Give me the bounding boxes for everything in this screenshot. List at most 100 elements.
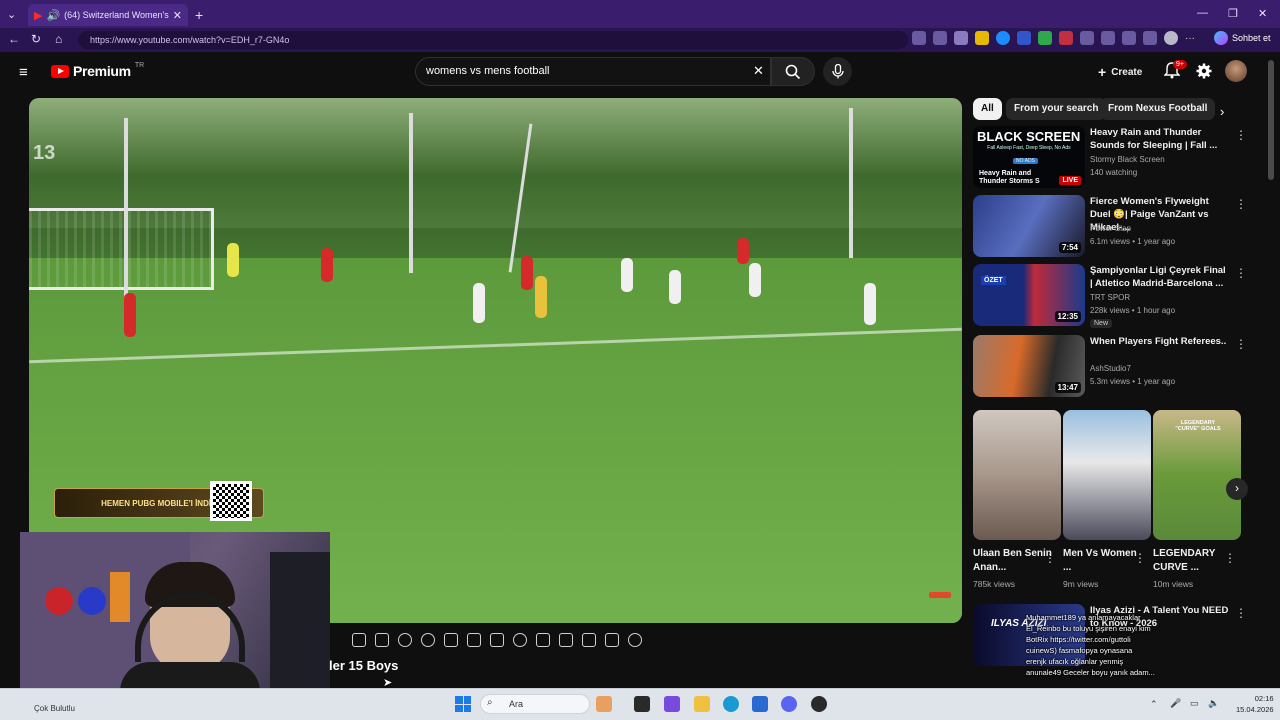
search-button[interactable] <box>771 57 815 86</box>
popout-icon[interactable] <box>536 633 550 647</box>
player-figure <box>521 256 533 290</box>
video-thumbnail: 13:47 <box>973 335 1085 397</box>
extension-icon[interactable] <box>1017 31 1031 45</box>
tab-list-icon[interactable]: ⌄ <box>7 8 16 21</box>
minimize-icon[interactable]: — <box>1197 7 1208 19</box>
recommended-video[interactable]: 7:54 Fierce Women's Flyweight Duel 😳| Pa… <box>973 195 1273 257</box>
recommended-video[interactable]: BLACK SCREEN Fall Asleep Fast, Deep Slee… <box>973 126 1273 188</box>
close-circle-icon[interactable] <box>513 633 527 647</box>
rec-channel: TRT SPOR <box>1090 293 1131 302</box>
tray-expand-icon[interactable]: ⌃ <box>1150 699 1158 710</box>
url-field[interactable]: https://www.youtube.com/watch?v=EDH_r7-G… <box>78 31 908 49</box>
image-icon[interactable] <box>352 633 366 647</box>
teams-icon[interactable] <box>664 696 680 712</box>
extension-icon[interactable] <box>1038 31 1052 45</box>
favorites-icon[interactable] <box>1122 31 1136 45</box>
discord-icon[interactable] <box>781 696 797 712</box>
chip-all[interactable]: All <box>973 98 1002 120</box>
extensions-puzzle-icon[interactable] <box>1080 31 1094 45</box>
copilot-chat-button[interactable]: Sohbet et <box>1214 31 1271 45</box>
start-windows-icon[interactable] <box>455 696 471 712</box>
recommended-video[interactable]: ÖZET 12:35 Şampiyonlar Ligi Çeyrek Final… <box>973 264 1273 332</box>
home-icon[interactable]: ⌂ <box>55 32 62 46</box>
search-input[interactable]: womens vs mens football <box>415 57 771 86</box>
collections-icon[interactable] <box>1143 31 1157 45</box>
transcript-icon[interactable] <box>375 633 389 647</box>
chip-from-your-search[interactable]: From your search <box>1006 98 1107 120</box>
more-icon[interactable]: ··· <box>1185 33 1195 44</box>
close-tab-icon[interactable]: ✕ <box>173 9 182 22</box>
widget-icon[interactable] <box>596 696 612 712</box>
profile-icon[interactable] <box>1164 31 1178 45</box>
short-thumbnail[interactable]: LEGENDARY "CURVE" GOALS <box>1153 410 1241 540</box>
page-scrollbar[interactable] <box>1268 60 1274 180</box>
more-actions-icon[interactable]: ⋮ <box>1235 266 1247 280</box>
app-icon[interactable] <box>912 31 926 45</box>
player-figure <box>321 248 333 282</box>
short-views: 9m views <box>1063 579 1099 589</box>
edge-icon[interactable] <box>723 696 739 712</box>
microphone-tray-icon[interactable]: 🎤 <box>1170 698 1181 709</box>
back-icon[interactable]: ← <box>8 32 20 46</box>
more-actions-icon[interactable]: ⋮ <box>1044 551 1056 565</box>
short-title[interactable]: Men Vs Women ... <box>1063 547 1143 575</box>
power-icon[interactable] <box>421 633 435 647</box>
more-actions-icon[interactable]: ⋮ <box>1134 551 1146 565</box>
more-actions-icon[interactable]: ⋮ <box>1235 197 1247 211</box>
recommended-video[interactable]: 13:47 When Players Fight Referees.. AshS… <box>973 335 1273 397</box>
chips-next-icon[interactable]: › <box>1220 104 1224 119</box>
app-icon[interactable] <box>811 696 827 712</box>
taskbar-clock[interactable]: 02:16 15.04.2026 <box>1236 693 1274 715</box>
new-tab-icon[interactable]: + <box>195 7 203 23</box>
clear-search-icon[interactable]: ✕ <box>753 63 764 79</box>
subscribe-watermark <box>929 592 951 598</box>
refresh-icon[interactable] <box>628 633 642 647</box>
chat-line: anunale49 Geceler boyu yanık adam... <box>1026 668 1155 677</box>
store-icon[interactable] <box>752 696 768 712</box>
more-actions-icon[interactable]: ⋮ <box>1235 128 1247 142</box>
short-title[interactable]: LEGENDARY CURVE ... <box>1153 547 1233 575</box>
browser-tab[interactable]: ▶ 🔊 (64) Switzerland Women's Te ✕ <box>28 4 188 26</box>
settings-icon[interactable] <box>398 633 412 647</box>
duration-badge: 7:54 <box>1058 242 1081 253</box>
more-actions-icon[interactable]: ⋮ <box>1235 606 1247 620</box>
volume-tray-icon[interactable]: 🔈 <box>1208 698 1219 709</box>
close-window-icon[interactable]: ✕ <box>1258 7 1267 20</box>
miniplayer-icon[interactable] <box>582 633 596 647</box>
file-icon[interactable] <box>490 633 504 647</box>
chip-from-nexus-football[interactable]: From Nexus Football <box>1100 98 1216 120</box>
more-actions-icon[interactable]: ⋮ <box>1224 551 1236 565</box>
short-thumbnail[interactable] <box>973 410 1061 540</box>
display-tray-icon[interactable]: ▭ <box>1190 698 1199 709</box>
file-explorer-icon[interactable] <box>694 696 710 712</box>
translate-icon[interactable] <box>933 31 947 45</box>
voice-search-button[interactable] <box>823 57 852 86</box>
settings-button[interactable] <box>1196 63 1212 84</box>
taskbar-search-input[interactable]: Ara <box>480 694 590 714</box>
short-title[interactable]: Ulaan Ben Senin Anan... <box>973 547 1053 575</box>
task-view-icon[interactable] <box>634 696 650 712</box>
extension-icon[interactable] <box>1059 31 1073 45</box>
shorts-next-button[interactable]: › <box>1226 478 1248 500</box>
download-icon[interactable] <box>467 633 481 647</box>
extension-icon[interactable] <box>996 31 1010 45</box>
duration-badge: 12:35 <box>1054 311 1081 322</box>
maximize-icon[interactable]: ❐ <box>1228 7 1238 20</box>
split-screen-icon[interactable] <box>1101 31 1115 45</box>
chat-line: erenjk ufacık oğlanlar yenmiş <box>1026 657 1124 666</box>
audio-icon[interactable]: 🔊 <box>46 9 60 22</box>
resize-icon[interactable] <box>559 633 573 647</box>
favorite-star-icon[interactable] <box>954 31 968 45</box>
account-avatar[interactable] <box>1225 60 1247 82</box>
fullscreen-icon[interactable] <box>605 633 619 647</box>
weather-label[interactable]: Çok Bulutlu <box>34 704 75 713</box>
short-thumbnail[interactable] <box>1063 410 1151 540</box>
loop-icon[interactable] <box>444 633 458 647</box>
more-actions-icon[interactable]: ⋮ <box>1235 337 1247 351</box>
menu-hamburger-icon[interactable]: ≡ <box>19 64 28 81</box>
extension-icon[interactable] <box>975 31 989 45</box>
reload-icon[interactable]: ↻ <box>31 32 41 46</box>
create-button[interactable]: + Create <box>1094 61 1146 83</box>
clock-date: 15.04.2026 <box>1236 705 1274 714</box>
youtube-logo[interactable]: Premium TR <box>51 62 144 79</box>
